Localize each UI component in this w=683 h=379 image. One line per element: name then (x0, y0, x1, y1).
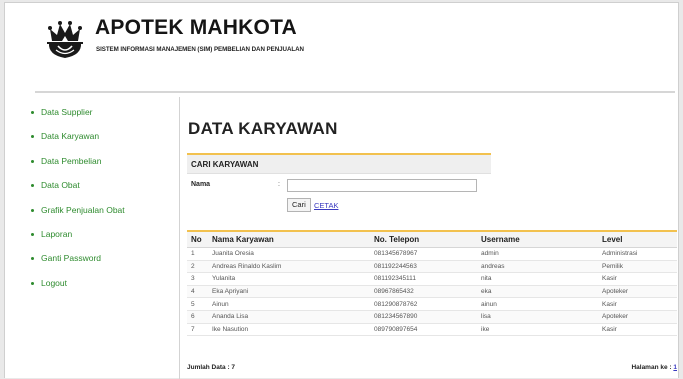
cell-level: Apoteker (598, 285, 677, 299)
cell-username: nita (477, 272, 598, 286)
cell-username: lisa (477, 310, 598, 324)
cell-nama: Ike Nasution (208, 323, 370, 337)
sidebar-item-data-obat[interactable]: Data Obat (31, 180, 181, 204)
sidebar-item-label[interactable]: Grafik Penjualan Obat (41, 205, 125, 215)
cell-level: Kasir (598, 272, 677, 286)
column-header-no-telepon: No. Telepon (370, 231, 477, 248)
sidebar-divider (179, 97, 180, 379)
table-row: 7 Ike Nasution 089790897654 ike Kasir (187, 323, 677, 337)
bullet-icon (31, 208, 34, 212)
app-title: APOTEK MAHKOTA (95, 16, 297, 39)
cell-telepon: 08967865432 (370, 285, 477, 299)
pagination-label: Halaman ke : (631, 364, 672, 371)
cell-nama: Ananda Lisa (208, 310, 370, 324)
cell-nama: Eka Apriyani (208, 285, 370, 299)
cell-username: andreas (477, 260, 598, 274)
employee-table: No Nama Karyawan No. Telepon Username Le… (187, 230, 677, 337)
search-name-input[interactable] (287, 179, 477, 192)
sidebar-item-label[interactable]: Data Supplier (41, 107, 93, 117)
header-divider (35, 91, 675, 93)
sidebar-item-logout[interactable]: Logout (31, 278, 181, 302)
column-header-nama-karyawan: Nama Karyawan (208, 231, 370, 248)
cell-no: 5 (187, 297, 208, 311)
cell-level: Pemilik (598, 260, 677, 274)
table-row: 5 Ainun 081290878762 ainun Kasir (187, 297, 677, 311)
search-panel-header: CARI KARYAWAN (187, 155, 491, 174)
table-row: 1 Juanita Oresia 081345678967 admin Admi… (187, 247, 677, 261)
pagination: Halaman ke : 1 (631, 364, 677, 371)
sidebar-item-label[interactable]: Logout (41, 278, 67, 288)
cell-username: admin (477, 247, 598, 261)
print-link[interactable]: CETAK (314, 201, 338, 210)
cell-username: ainun (477, 297, 598, 311)
app-subtitle: SISTEM INFORMASI MANAJEMEN (SIM) PEMBELI… (96, 46, 304, 53)
cell-telepon: 089790897654 (370, 323, 477, 337)
bullet-icon (31, 232, 34, 236)
sidebar-item-data-pembelian[interactable]: Data Pembelian (31, 156, 181, 180)
cell-nama: Andreas Rinaldo Kaslim (208, 260, 370, 274)
cell-no: 2 (187, 260, 208, 274)
main-content: DATA KARYAWAN CARI KARYAWAN Nama : Cari … (185, 97, 680, 379)
column-header-no: No (187, 231, 208, 248)
cell-telepon: 081192345111 (370, 272, 477, 286)
bullet-icon (31, 135, 34, 139)
page-title: DATA KARYAWAN (188, 119, 338, 138)
column-header-level: Level (598, 231, 677, 248)
cell-no: 1 (187, 247, 208, 261)
cell-no: 3 (187, 272, 208, 286)
cell-telepon: 081290878762 (370, 297, 477, 311)
sidebar-item-grafik-penjualan[interactable]: Grafik Penjualan Obat (31, 205, 181, 229)
sidebar-menu: Data Supplier Data Karyawan Data Pembeli… (31, 107, 181, 302)
cell-username: eka (477, 285, 598, 299)
bullet-icon (31, 111, 34, 114)
cell-no: 4 (187, 285, 208, 299)
cell-nama: Juanita Oresia (208, 247, 370, 261)
search-panel: CARI KARYAWAN Nama : (187, 153, 491, 219)
sidebar-item-label[interactable]: Data Pembelian (41, 156, 101, 166)
table-row: 2 Andreas Rinaldo Kaslim 081192244563 an… (187, 260, 677, 274)
search-name-label: Nama (191, 181, 211, 188)
table-row: 3 Yulanita 081192345111 nita Kasir (187, 272, 677, 286)
sidebar-item-ganti-password[interactable]: Ganti Password (31, 253, 181, 277)
bullet-icon (31, 159, 34, 163)
cell-nama: Yulanita (208, 272, 370, 286)
sidebar-item-label[interactable]: Laporan (41, 229, 72, 239)
cell-telepon: 081192244563 (370, 260, 477, 274)
search-button[interactable]: Cari (287, 198, 311, 212)
sidebar-item-label[interactable]: Ganti Password (41, 253, 101, 263)
table-row: 6 Ananda Lisa 081234567890 lisa Apoteker (187, 310, 677, 324)
sidebar-item-data-supplier[interactable]: Data Supplier (31, 107, 181, 131)
search-separator: : (278, 181, 280, 188)
sidebar-item-laporan[interactable]: Laporan (31, 229, 181, 253)
cell-telepon: 081345678967 (370, 247, 477, 261)
total-count: Jumlah Data : 7 (187, 364, 236, 371)
header: APOTEK MAHKOTA SISTEM INFORMASI MANAJEME… (5, 3, 678, 83)
cell-telepon: 081234567890 (370, 310, 477, 324)
cell-level: Administrasi (598, 247, 677, 261)
bullet-icon (31, 184, 34, 188)
app-window: APOTEK MAHKOTA SISTEM INFORMASI MANAJEME… (4, 2, 680, 379)
cell-no: 7 (187, 323, 208, 337)
cell-no: 6 (187, 310, 208, 324)
bullet-icon (31, 281, 34, 285)
column-header-username: Username (477, 231, 598, 248)
table-header-row: No Nama Karyawan No. Telepon Username Le… (187, 231, 677, 248)
cell-nama: Ainun (208, 297, 370, 311)
cell-level: Apoteker (598, 310, 677, 324)
table-row: 4 Eka Apriyani 08967865432 eka Apoteker (187, 285, 677, 299)
cell-username: ike (477, 323, 598, 337)
page-link-1[interactable]: 1 (673, 364, 677, 371)
bullet-icon (31, 257, 34, 261)
sidebar-item-data-karyawan[interactable]: Data Karyawan (31, 131, 181, 155)
cell-level: Kasir (598, 297, 677, 311)
cell-level: Kasir (598, 323, 677, 337)
search-panel-title: CARI KARYAWAN (191, 160, 259, 169)
sidebar-item-label[interactable]: Data Obat (41, 180, 80, 190)
sidebar-item-label[interactable]: Data Karyawan (41, 131, 99, 141)
crown-logo-icon (47, 21, 83, 58)
